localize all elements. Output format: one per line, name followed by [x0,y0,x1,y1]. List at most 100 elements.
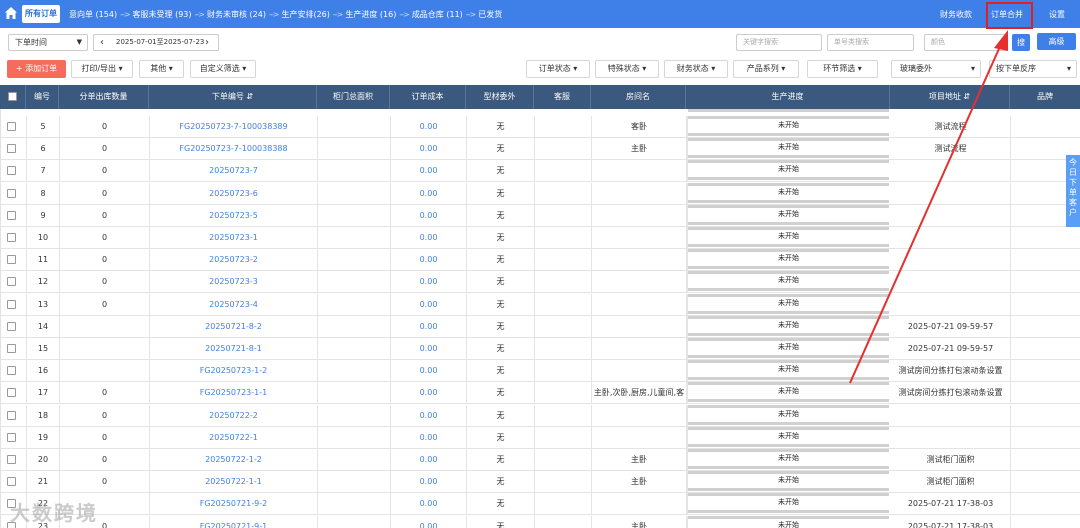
custom-filter-button[interactable]: 自定义筛选 ▾ [190,60,256,78]
select-all-checkbox[interactable] [8,92,17,101]
cost-link[interactable]: 0.00 [420,255,438,264]
table-row[interactable]: 16 FG20250723-1-2 0.00 无 未开始 测试房间分拣打包滚动条设置 [1,360,1080,383]
home-icon[interactable] [4,6,18,20]
row-checkbox[interactable] [7,144,16,154]
row-checkbox[interactable] [7,366,16,376]
cost-link[interactable]: 0.00 [420,455,438,464]
order-link[interactable]: FG20250721-9-1 [200,522,267,528]
row-checkbox[interactable] [7,299,16,309]
order-link[interactable]: 20250723-5 [209,211,258,220]
order-link[interactable]: 20250722-1-1 [205,477,262,486]
tab-all-orders[interactable]: 所有订单 [22,5,60,23]
cost-link[interactable]: 0.00 [420,300,438,309]
cost-link[interactable]: 0.00 [420,277,438,286]
finance-collection-link[interactable]: 财务收款 [940,0,972,28]
table-row[interactable]: 6 0 FG20250723-7-100038388 0.00 无 主卧 未开始 测试流程 [1,138,1080,161]
table-row[interactable]: 11 0 20250723-2 0.00 无 未开始 [1,249,1080,272]
date-range-picker[interactable]: ‹ 2025-07-01至2025-07-23 › [93,34,219,51]
row-checkbox[interactable] [7,432,16,442]
order-link[interactable]: 20250722-1 [209,433,258,442]
table-row[interactable]: 17 0 FG20250723-1-1 0.00 无 主卧,次卧,厨房,儿童间,客 未开始 测… [1,382,1080,405]
today-customers-tab[interactable]: 今日下单客户 [1066,155,1080,227]
flow-tab-production-plan[interactable]: 生产安排(26) [281,10,329,19]
flow-tab-finished-warehouse[interactable]: 成品仓库 (11) [412,10,463,19]
table-row[interactable]: 15 20250721-8-1 0.00 无 未开始 2025-07-21 09-59-5… [1,338,1080,360]
cost-link[interactable]: 0.00 [420,233,438,242]
table-row[interactable]: 23 0 FG20250721-9-1 0.00 无主卧 未开始 2025-07-21 17… [1,515,1080,528]
order-link[interactable]: FG20250721-9-2 [200,499,267,508]
cost-link[interactable]: 0.00 [420,499,438,508]
row-checkbox[interactable] [7,277,16,287]
flow-tab-production-progress[interactable]: 生产进度 (16) [345,10,396,19]
table-row[interactable]: 10 0 20250723-1 0.00 无 未开始 [1,227,1080,249]
row-checkbox[interactable] [7,410,16,420]
row-checkbox[interactable] [7,321,16,331]
table-row[interactable]: 20 0 20250722-1-2 0.00 无 主卧 未开始 测试柜门面积 [1,449,1080,471]
row-checkbox[interactable] [7,210,16,220]
table-row[interactable]: 12 0 20250723-3 0.00 无 未开始 [1,271,1080,294]
flow-tab-intent[interactable]: 意向单 (154) [69,10,117,19]
table-row[interactable]: 18 0 20250722-2 0.00 无 未开始 [1,404,1080,427]
order-no-search-input[interactable]: 单号类搜索 [827,34,914,51]
order-link[interactable]: 20250723-7 [209,166,258,175]
cost-link[interactable]: 0.00 [420,366,438,375]
cost-link[interactable]: 0.00 [420,166,438,175]
row-checkbox[interactable] [7,233,16,242]
advanced-search-button[interactable]: 高级 [1037,33,1076,50]
cost-link[interactable]: 0.00 [420,433,438,442]
sort-icon[interactable]: ⇵ [963,92,970,101]
table-row[interactable]: 14 20250721-8-2 0.00 无 未开始 2025-07-21 09-59-5… [1,315,1080,338]
flow-tab-shipped[interactable]: 已发货 [478,10,502,19]
flow-tab-finance-unreviewed[interactable]: 财务未审核 (24) [207,10,266,19]
table-row[interactable]: 13 0 20250723-4 0.00 无 未开始 [1,293,1080,316]
order-link[interactable]: FG20250723-7-100038389 [179,122,287,131]
order-link[interactable]: 20250722-1-2 [205,455,262,464]
cost-link[interactable]: 0.00 [420,477,438,486]
other-button[interactable]: 其他 ▾ [139,60,184,78]
time-type-select[interactable]: 下单时间 ▼ [8,34,88,51]
cost-link[interactable]: 0.00 [420,144,438,153]
settings-link[interactable]: 设置 [1049,0,1065,28]
cost-link[interactable]: 0.00 [420,344,438,353]
table-row[interactable]: 7 0 20250723-7 0.00 无 未开始 [1,160,1080,183]
table-row[interactable]: 21 0 20250722-1-1 0.00 无 主卧 未开始 测试柜门面积 [1,471,1080,494]
glass-outsource-select[interactable]: 玻璃委外 ▾ [891,60,981,78]
cost-link[interactable]: 0.00 [420,322,438,331]
cost-link[interactable]: 0.00 [420,522,438,528]
order-link[interactable]: 20250723-3 [209,277,258,286]
order-link[interactable]: FG20250723-1-2 [200,366,267,375]
order-link[interactable]: 20250723-4 [209,300,258,309]
table-row[interactable]: 19 0 20250722-1 0.00 无 未开始 [1,426,1080,449]
row-checkbox[interactable] [7,388,16,398]
sort-select[interactable]: 按下单反序 ▾ [989,60,1077,78]
table-row[interactable]: 9 0 20250723-5 0.00 无 未开始 [1,204,1080,227]
order-link[interactable]: 20250723-1 [209,233,258,242]
order-status-filter[interactable]: 订单状态 ▾ [526,60,590,78]
row-checkbox[interactable] [7,477,16,487]
print-export-button[interactable]: 打印/导出 ▾ [71,60,133,78]
special-status-filter[interactable]: 特殊状态 ▾ [595,60,659,78]
color-search-input[interactable]: 颜色 [924,34,1008,51]
table-row[interactable]: 8 0 20250723-6 0.00 无 未开始 [1,182,1080,205]
table-row[interactable]: 5 0 FG20250723-7-100038389 0.00 无 客卧 未开始 测试流程 [1,116,1080,138]
order-link[interactable]: 20250722-2 [209,411,258,420]
product-series-filter[interactable]: 产品系列 ▾ [733,60,799,78]
header-select-all[interactable] [0,85,26,109]
order-link[interactable]: FG20250723-1-1 [200,388,267,397]
row-checkbox[interactable] [7,344,16,353]
order-link[interactable]: 20250723-6 [209,189,258,198]
cost-link[interactable]: 0.00 [420,388,438,397]
order-link[interactable]: 20250721-8-2 [205,322,262,331]
stage-filter[interactable]: 环节筛选 ▾ [807,60,878,78]
keyword-search-input[interactable]: 关键字搜索 [736,34,822,51]
row-checkbox[interactable] [7,455,16,464]
cost-link[interactable]: 0.00 [420,122,438,131]
order-link[interactable]: 20250723-2 [209,255,258,264]
row-checkbox[interactable] [7,188,16,198]
search-button[interactable]: 搜 [1012,34,1030,51]
cost-link[interactable]: 0.00 [420,211,438,220]
finance-status-filter[interactable]: 财务状态 ▾ [664,60,728,78]
cost-link[interactable]: 0.00 [420,189,438,198]
sort-icon[interactable]: ⇵ [246,92,253,101]
col-order-no[interactable]: 下单编号 ⇵ [149,85,317,109]
